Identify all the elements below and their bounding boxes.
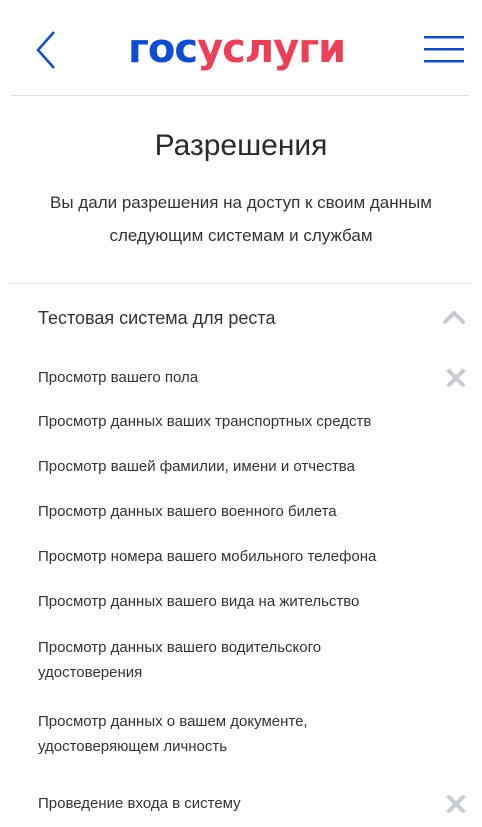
permission-item: Просмотр данных о вашем документе, удост…	[38, 713, 308, 755]
close-icon[interactable]	[445, 793, 467, 815]
permission-item: Просмотр номера вашего мобильного телефо…	[38, 548, 377, 565]
permission-item: Просмотр вашего пола	[38, 369, 199, 386]
permission-item: Просмотр данных ваших транспортных средс…	[38, 413, 372, 430]
close-icon[interactable]	[445, 367, 467, 389]
login-permission-item: Проведение входа в систему	[38, 795, 241, 812]
page-description: Вы дали разрешения на доступ к своим дан…	[50, 193, 432, 245]
permission-item: Просмотр данных вашего военного билета	[38, 503, 337, 520]
logo-part-gos: гос	[128, 26, 198, 72]
hamburger-menu-icon[interactable]	[424, 34, 464, 64]
gosuslugi-logo[interactable]: госуслуги	[128, 24, 346, 74]
system-accordion-header[interactable]: Тестовая система для реста	[10, 294, 470, 342]
system-name: Тестовая система для реста	[38, 308, 276, 328]
permission-item: Просмотр вашей фамилии, имени и отчества	[38, 458, 355, 475]
chevron-up-icon[interactable]	[442, 308, 466, 326]
logo-part-uslugi: услуги	[197, 26, 346, 72]
section-divider	[10, 283, 470, 284]
permission-item: Просмотр данных вашего вида на жительств…	[38, 593, 360, 610]
permission-item: Просмотр данных вашего водительского удо…	[38, 639, 322, 681]
chevron-left-icon[interactable]	[30, 28, 64, 72]
header-divider	[10, 95, 470, 96]
app-header: госуслуги	[0, 0, 482, 96]
page-title: Разрешения	[154, 129, 328, 162]
